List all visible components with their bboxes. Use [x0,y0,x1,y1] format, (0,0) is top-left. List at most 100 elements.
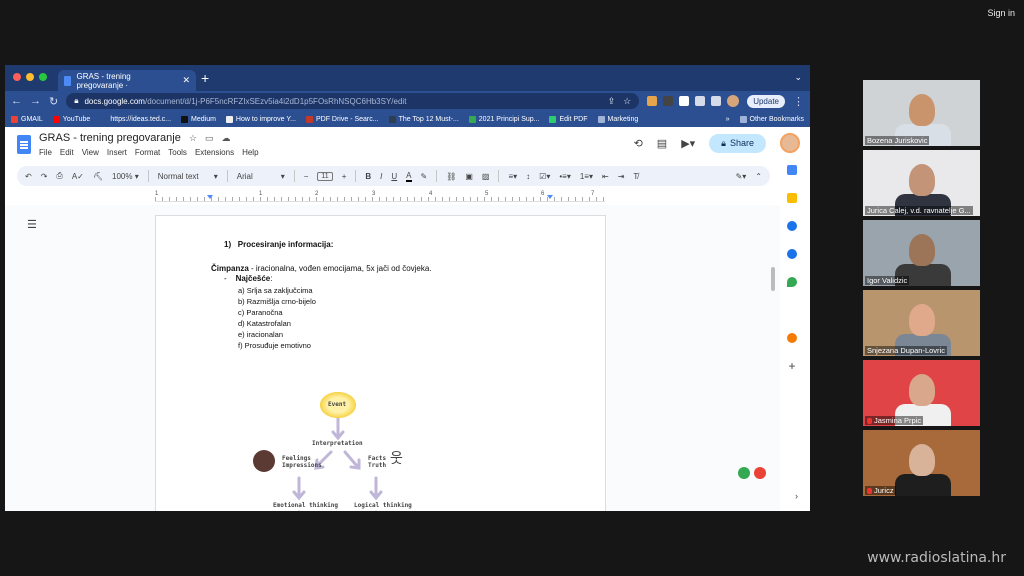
participant-tile[interactable]: Snjezana Dupan-Lovric [863,290,980,356]
browser-tab-active[interactable]: GRAS - trening pregovaranje · ✕ [58,70,196,91]
increase-font-icon[interactable]: + [342,172,347,181]
puzzle-extensions-icon[interactable] [695,96,706,106]
add-comment-icon[interactable]: ▣ [465,172,473,181]
menu-edit[interactable]: Edit [60,148,74,157]
addon-icon[interactable] [787,333,797,343]
bookmark-item[interactable]: Marketing [597,115,638,123]
participant-tile[interactable]: Juricz [863,430,980,496]
star-icon[interactable]: ☆ [189,133,197,144]
bookmarks-overflow[interactable]: » [726,116,730,123]
editing-mode-icon[interactable]: ✎▾ [736,172,747,181]
redo-icon[interactable]: ↷ [41,172,48,181]
menu-format[interactable]: Format [135,148,160,157]
keep-icon[interactable] [787,193,797,203]
new-tab-icon[interactable]: + [201,70,209,86]
bookmark-item[interactable]: PDF Drive - Searc... [305,115,379,123]
bookmark-item[interactable]: How to improve Y... [225,115,296,123]
tasks-icon[interactable] [787,221,797,231]
get-addons-icon[interactable]: + [787,360,797,372]
profile-avatar[interactable] [727,95,740,107]
collapse-toolbar-icon[interactable]: ⌃ [755,172,762,181]
bookmark-item[interactable]: GMAIL [11,115,43,123]
bookmark-item[interactable]: Edit PDF [549,115,588,123]
bookmark-item[interactable]: YouTube [52,115,90,123]
menu-file[interactable]: File [39,148,52,157]
outline-icon[interactable]: ☰ [27,218,37,231]
menu-help[interactable]: Help [242,148,258,157]
participant-tile[interactable]: Jurica Calej, v.d. ravnatelje G... [863,150,980,216]
clear-formatting-icon[interactable]: T̸ [633,172,638,181]
minimize-window-icon[interactable] [26,73,34,81]
decrease-indent-icon[interactable]: ⇤ [602,172,609,181]
participant-tile[interactable]: Igor Validzic [863,220,980,286]
document-page[interactable]: 1) Procesiranje informacija: Čimpanza - … [155,215,606,511]
style-select[interactable]: Normal text ▾ [158,172,218,181]
extension-icon[interactable] [647,96,658,106]
menu-insert[interactable]: Insert [107,148,127,157]
close-window-icon[interactable] [13,73,21,81]
browser-menu-icon[interactable]: ⋮ [793,95,804,108]
highlight-icon[interactable]: ✎ [421,172,428,181]
menu-extensions[interactable]: Extensions [195,148,234,157]
document-title[interactable]: GRAS - trening pregovaranje [39,132,181,144]
move-folder-icon[interactable]: ▭ [205,133,214,144]
notifications-icon[interactable] [754,467,766,479]
back-icon[interactable]: ← [11,95,22,107]
maximize-window-icon[interactable] [39,73,47,81]
explore-icon[interactable] [738,467,750,479]
numbered-list-icon[interactable]: 1≡▾ [580,172,593,181]
side-panel-chevron-icon[interactable]: › [795,491,798,501]
underline-icon[interactable]: U [391,172,397,181]
bulleted-list-icon[interactable]: •≡▾ [559,172,570,181]
other-bookmarks[interactable]: Other Bookmarks [739,115,804,123]
thinking-diagram-image[interactable]: Event Interpretation Feelings Impression… [251,382,421,511]
reload-icon[interactable]: ↻ [49,95,58,108]
participant-tile[interactable]: Bozena Juriskovic [863,80,980,146]
calendar-icon[interactable] [787,165,797,175]
text-color-icon[interactable]: A [406,171,412,182]
bookmark-item[interactable]: Medium [181,115,216,123]
extension-icon[interactable] [663,96,674,106]
address-input[interactable]: 🔒︎ docs.google.com/document/d/1j-P6F5ncR… [66,93,640,109]
spellcheck-icon[interactable]: A✓ [72,172,84,181]
link-icon[interactable]: ⛓ [446,172,456,181]
google-docs-logo-icon[interactable] [17,135,31,154]
font-size-input[interactable]: 11 [317,171,333,181]
notion-icon[interactable] [679,96,690,106]
close-tab-icon[interactable]: ✕ [182,75,190,86]
account-avatar[interactable] [780,133,800,153]
tab-list-chevron-icon[interactable]: ⌄ [794,72,802,83]
maps-icon[interactable] [787,277,797,287]
update-button[interactable]: Update [747,94,785,108]
forward-icon[interactable]: → [30,95,41,107]
bookmark-item[interactable]: 2021 Principi Sup... [468,115,539,123]
bookmark-star-icon[interactable]: ☆ [623,96,631,107]
share-page-icon[interactable]: ⇪ [608,96,616,107]
sidebar-toggle-icon[interactable] [711,96,722,106]
bookmark-item[interactable]: The Top 12 Must-... [388,115,459,123]
print-icon[interactable]: ⎙ [56,171,62,181]
contacts-icon[interactable] [787,249,797,259]
menu-tools[interactable]: Tools [168,148,187,157]
bold-icon[interactable]: B [365,172,371,181]
italic-icon[interactable]: I [380,172,382,181]
paint-format-icon[interactable]: ⛏ [93,172,103,181]
document-scrollbar[interactable] [771,267,775,291]
zoom-select[interactable]: 100% ▾ [112,172,139,181]
meet-icon[interactable]: ▶▾ [681,137,695,150]
line-spacing-icon[interactable]: ↕ [526,172,530,181]
undo-icon[interactable]: ↶ [25,172,32,181]
share-button[interactable]: 🔒︎ Share [709,133,766,153]
bookmark-item[interactable]: https://ideas.ted.c... [100,116,171,123]
menu-view[interactable]: View [82,148,99,157]
increase-indent-icon[interactable]: ⇥ [618,172,625,181]
decrease-font-icon[interactable]: − [304,172,309,181]
insert-image-icon[interactable]: ▨ [482,172,490,181]
sign-in-link[interactable]: Sign in [987,8,1015,18]
comments-icon[interactable]: ▤ [657,137,667,150]
version-history-icon[interactable]: ⟲ [634,137,643,150]
font-select[interactable]: Arial ▾ [237,172,285,181]
align-icon[interactable]: ≡▾ [508,172,517,181]
checklist-icon[interactable]: ☑▾ [539,172,550,181]
participant-tile[interactable]: Jasmina Prpic [863,360,980,426]
